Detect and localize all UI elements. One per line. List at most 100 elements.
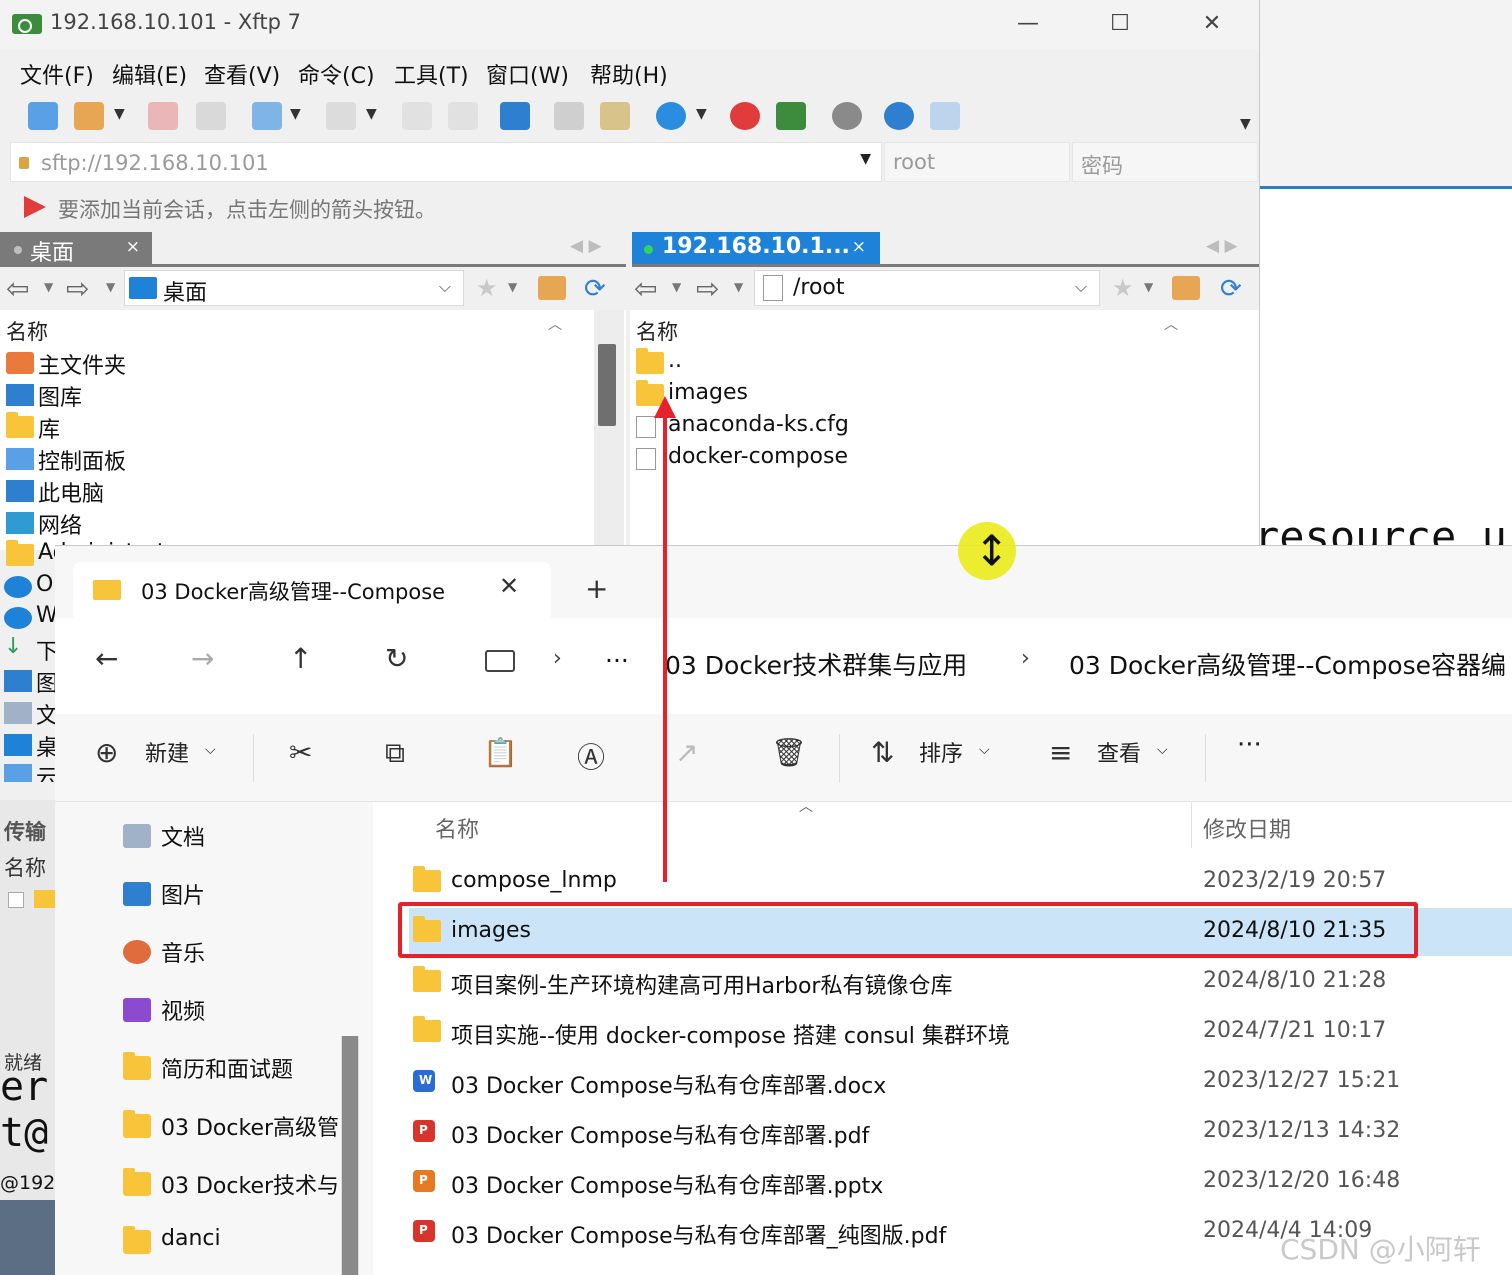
local-tab-scroll-icon[interactable]: ◀ ▶ xyxy=(570,236,602,256)
breadcrumb-item-compose[interactable]: 03 Docker高级管理--Compose容器编 xyxy=(1069,646,1506,682)
add-session-arrow-icon[interactable] xyxy=(24,196,46,218)
paste-doc-icon[interactable] xyxy=(448,102,478,130)
view-dropdown-icon[interactable]: ⌵ xyxy=(1157,742,1168,758)
list-item[interactable]: W xyxy=(4,603,58,633)
table-row[interactable]: P 03 Docker Compose与私有仓库部署.pptx 2023/12/20… xyxy=(409,1158,1512,1206)
remote-path-box[interactable]: /root ⌵ xyxy=(754,270,1100,306)
remote-tab-scroll-icon[interactable]: ◀ ▶ xyxy=(1206,236,1238,256)
menu-file[interactable]: 文件(F) xyxy=(20,58,94,90)
close-button[interactable]: ✕ xyxy=(1192,8,1232,40)
list-item[interactable]: 文 xyxy=(4,698,58,729)
table-row[interactable]: 项目实施--使用 docker-compose 搭建 consul 集群环境 20… xyxy=(409,1008,1512,1056)
back-button[interactable]: ← xyxy=(95,642,118,675)
menu-window[interactable]: 窗口(W) xyxy=(486,58,569,90)
remote-refresh-icon[interactable]: ⟳ xyxy=(1220,274,1242,304)
copy-icon[interactable]: ⧉ xyxy=(385,736,405,770)
breadcrumb-more-button[interactable]: ··· xyxy=(605,646,629,675)
sidebar-item-documents[interactable]: 文档📌 xyxy=(123,816,395,856)
minimize-button[interactable]: — xyxy=(1008,8,1048,40)
breadcrumb-separator[interactable]: › xyxy=(553,646,562,671)
maximize-button[interactable]: ☐ xyxy=(1100,8,1140,40)
properties-icon[interactable] xyxy=(252,102,282,130)
list-item[interactable]: 主文件夹 xyxy=(6,348,586,379)
remote-back-icon[interactable]: ⇦ xyxy=(634,272,657,305)
remote-bookmark-dropdown-icon[interactable]: ▼ xyxy=(1144,280,1153,294)
monitor-icon[interactable] xyxy=(485,650,515,672)
column-divider[interactable] xyxy=(1191,802,1192,848)
xshell-icon[interactable] xyxy=(730,102,760,130)
gear-icon[interactable] xyxy=(832,102,862,130)
transfer-dropdown-icon[interactable]: ▼ xyxy=(366,106,377,122)
delete-icon[interactable]: 🗑 xyxy=(771,736,807,769)
list-item[interactable]: 图库 xyxy=(6,380,586,411)
globe-icon[interactable] xyxy=(656,102,686,130)
sort-dropdown-icon[interactable]: ⌵ xyxy=(979,742,990,758)
username-field[interactable]: root xyxy=(884,142,1070,182)
list-item[interactable]: ↓ 下 xyxy=(4,634,58,666)
list-item[interactable]: 此电脑 xyxy=(6,476,586,507)
local-forward-icon[interactable]: ⇨ xyxy=(66,272,89,305)
breadcrumb[interactable]: › ··· 03 Docker技术群集与应用 › 03 Docker高级管理--… xyxy=(455,632,1512,692)
refresh-button[interactable]: ↻ xyxy=(385,642,408,675)
breadcrumb-separator[interactable]: › xyxy=(1021,646,1030,671)
remote-forward-dropdown-icon[interactable]: ▼ xyxy=(734,280,743,294)
new-button[interactable]: 新建 xyxy=(145,736,189,768)
local-bookmark-dropdown-icon[interactable]: ▼ xyxy=(508,280,517,294)
forward-button[interactable]: → xyxy=(191,642,214,675)
sort-button[interactable]: 排序 xyxy=(919,736,963,768)
xftp-icon[interactable] xyxy=(776,102,806,130)
tab-local[interactable]: 桌面 × xyxy=(0,232,152,266)
sort-icon[interactable]: ⇅ xyxy=(871,736,894,769)
address-dropdown-icon[interactable]: ▼ xyxy=(860,151,871,167)
toolbar-overflow-icon[interactable]: ▼ xyxy=(1240,116,1251,132)
menu-command[interactable]: 命令(C) xyxy=(298,58,375,90)
view-button[interactable]: 查看 xyxy=(1097,736,1141,768)
remote-back-dropdown-icon[interactable]: ▼ xyxy=(672,280,681,294)
local-refresh-icon[interactable]: ⟳ xyxy=(584,274,606,304)
remote-sort-icon[interactable]: ︿ xyxy=(1164,314,1178,334)
local-path-dropdown-icon[interactable]: ⌵ xyxy=(439,277,451,297)
column-header-name[interactable]: 名称 xyxy=(435,812,479,844)
list-item[interactable]: 库 xyxy=(6,412,586,443)
open-dropdown-icon[interactable]: ▼ xyxy=(114,106,125,122)
sidebar-item-videos[interactable]: 视频📌 xyxy=(123,990,395,1030)
table-row[interactable]: compose_lnmp 2023/2/19 20:57 xyxy=(409,858,1512,906)
share-icon[interactable]: ↗ xyxy=(675,736,698,769)
list-item[interactable]: images xyxy=(636,380,1236,410)
help-icon[interactable] xyxy=(884,102,914,130)
local-sort-icon[interactable]: ︿ xyxy=(548,314,562,334)
menu-help[interactable]: 帮助(H) xyxy=(590,58,668,90)
stack-icon[interactable] xyxy=(554,102,584,130)
transfer-label[interactable]: 传输 xyxy=(4,816,46,846)
sidebar-item-danci[interactable]: danci xyxy=(123,1222,343,1262)
rename-icon[interactable]: Ⓐ xyxy=(577,736,605,776)
clipboard-icon[interactable] xyxy=(600,102,630,130)
local-bookmark-icon[interactable]: ★ xyxy=(476,274,498,302)
list-item[interactable]: anaconda-ks.cfg xyxy=(636,412,1236,442)
local-forward-dropdown-icon[interactable]: ▼ xyxy=(106,280,115,294)
sidebar-item-resume[interactable]: 简历和面试题 xyxy=(123,1048,343,1088)
local-home-folder-icon[interactable] xyxy=(538,276,566,300)
up-button[interactable]: ↑ xyxy=(289,642,312,675)
view-icon[interactable]: ≡ xyxy=(1049,736,1072,769)
tab-close-icon[interactable]: ✕ xyxy=(499,572,519,600)
list-item[interactable]: 网络 xyxy=(6,508,586,539)
table-row[interactable]: W 03 Docker Compose与私有仓库部署.docx 2023/12/27… xyxy=(409,1058,1512,1106)
remote-home-folder-icon[interactable] xyxy=(1172,276,1200,300)
new-session-icon[interactable] xyxy=(28,102,58,130)
local-back-icon[interactable]: ⇦ xyxy=(6,272,29,305)
remote-forward-icon[interactable]: ⇨ xyxy=(696,272,719,305)
new-tab-button[interactable]: + xyxy=(585,572,608,605)
transfer-icon[interactable] xyxy=(326,102,356,130)
copy-doc-icon[interactable] xyxy=(402,102,432,130)
menu-view[interactable]: 查看(V) xyxy=(204,58,280,90)
remote-path-dropdown-icon[interactable]: ⌵ xyxy=(1075,277,1087,297)
explorer-tab[interactable]: 03 Docker高级管理--Compose ✕ xyxy=(73,562,551,618)
menu-tools[interactable]: 工具(T) xyxy=(394,58,469,90)
list-item[interactable]: .. xyxy=(636,348,1236,378)
sidebar-item-music[interactable]: 音乐📌 xyxy=(123,932,395,972)
local-column-name[interactable]: 名称 xyxy=(6,316,48,346)
breadcrumb-item-cluster[interactable]: 03 Docker技术群集与应用 xyxy=(665,646,967,682)
list-item[interactable]: 控制面板 xyxy=(6,444,586,475)
cut-icon[interactable]: ✂ xyxy=(289,736,312,769)
